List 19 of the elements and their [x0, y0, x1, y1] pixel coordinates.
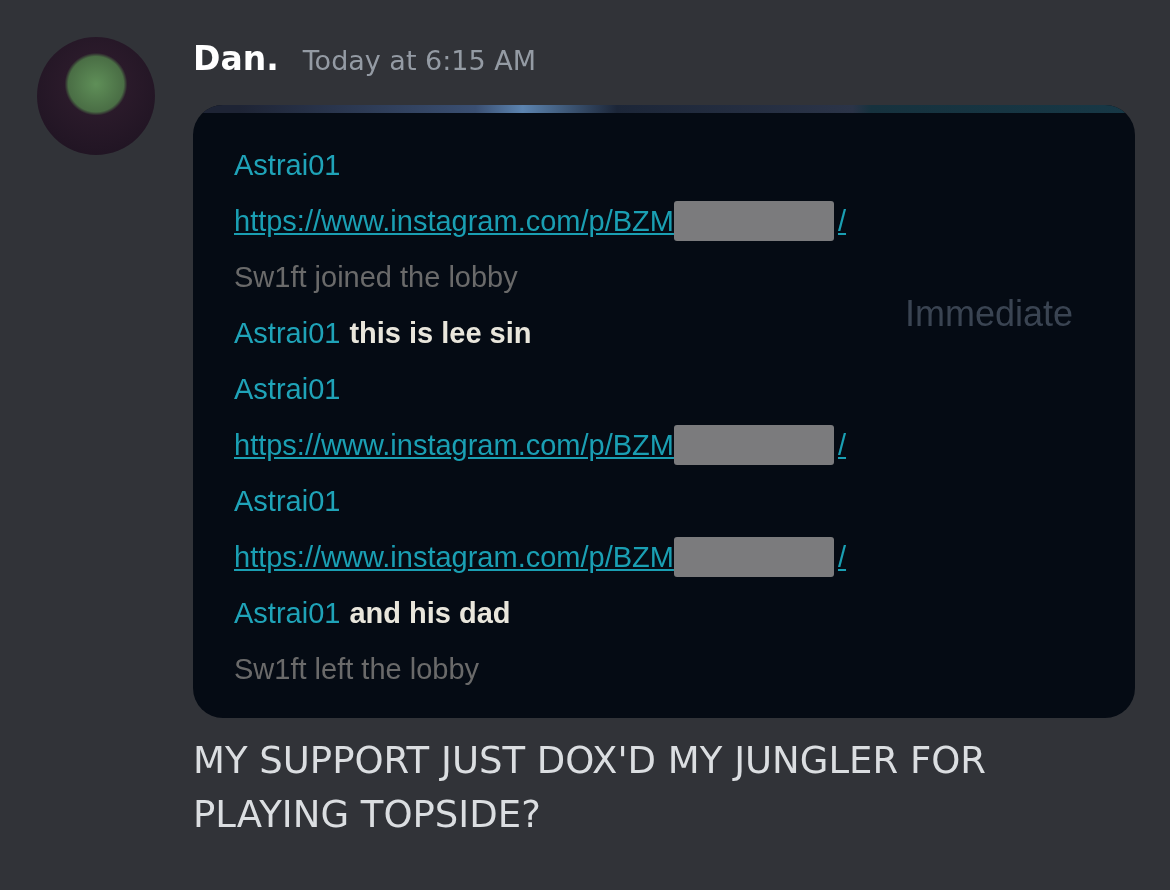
- chat-username: Astrai01: [234, 148, 341, 182]
- chat-link[interactable]: /: [837, 540, 847, 574]
- chat-link[interactable]: https://www.instagram.com/p/BZM: [234, 204, 674, 238]
- username[interactable]: Dan.: [193, 39, 279, 78]
- chat-username: Astrai01: [234, 372, 341, 406]
- chat-username: Astrai01: [234, 484, 341, 518]
- chat-link[interactable]: /: [837, 428, 847, 462]
- chat-username: Astrai01: [234, 316, 341, 350]
- system-notice: Sw1ft joined the lobby: [234, 260, 518, 294]
- chat-link[interactable]: https://www.instagram.com/p/BZM: [234, 540, 674, 574]
- timestamp: Today at 6:15 AM: [302, 45, 537, 76]
- chat-link[interactable]: https://www.instagram.com/p/BZM: [234, 428, 674, 462]
- system-notice: Sw1ft left the lobby: [234, 652, 480, 686]
- faded-background-text: Immediate: [905, 293, 1074, 335]
- chat-link[interactable]: /: [837, 204, 847, 238]
- message-text: MY SUPPORT JUST DOX'D MY JUNGLER FOR PLAYING TOPSIDE?: [193, 738, 988, 838]
- chat-message: this is lee sin: [349, 316, 532, 350]
- chat-username: Astrai01: [234, 596, 341, 630]
- chat-message: and his dad: [349, 596, 511, 630]
